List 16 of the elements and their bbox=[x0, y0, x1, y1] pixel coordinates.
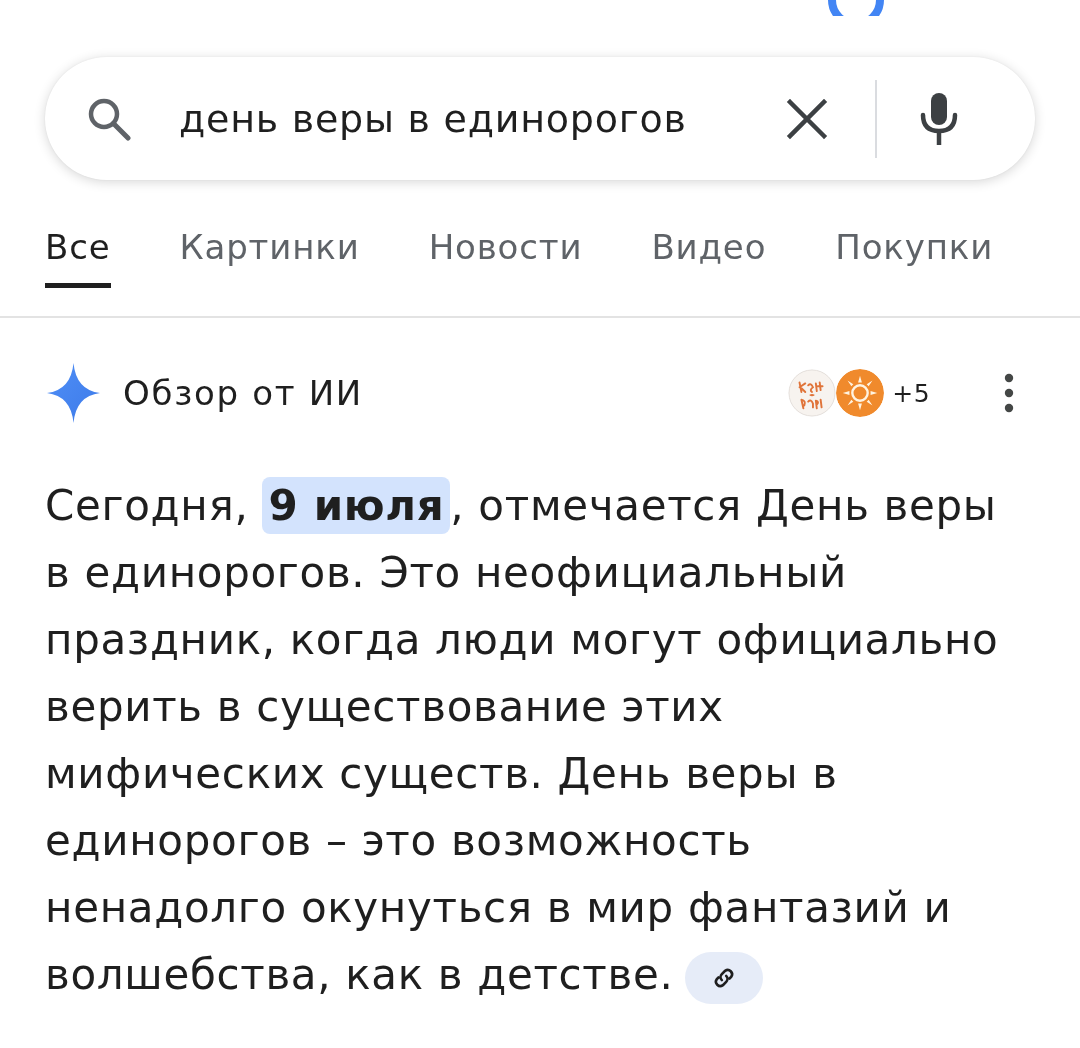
more-sources-count[interactable]: +5 bbox=[892, 378, 930, 408]
tab[interactable]: Картинки bbox=[179, 227, 360, 288]
clear-button[interactable] bbox=[785, 96, 829, 141]
close-icon bbox=[785, 96, 829, 141]
tab[interactable]: Видео bbox=[651, 227, 767, 288]
search-field[interactable]: день веры в единорогов bbox=[179, 92, 739, 145]
sparkle-icon bbox=[47, 363, 100, 423]
logo-icon bbox=[828, 0, 884, 16]
tab[interactable]: Новости bbox=[428, 227, 583, 288]
tab[interactable]: Покупки bbox=[835, 227, 994, 288]
tab[interactable]: Все bbox=[45, 227, 111, 288]
overview-title: Обзор от ИИ bbox=[123, 373, 363, 413]
overview-text: Сегодня, 9 июля, отмечается День веры в единорогов. Это неофициальный праздник, когда люди могут официально верить в существование этих мифических существ. День веры в единорогов – это возможность ненадолго окунуться в мир фантазий и волшебства, как в детстве. bbox=[45, 472, 1005, 1008]
search-icon[interactable] bbox=[87, 96, 131, 141]
source-link-button[interactable] bbox=[685, 951, 764, 1004]
source-logo-icon[interactable] bbox=[788, 369, 837, 417]
